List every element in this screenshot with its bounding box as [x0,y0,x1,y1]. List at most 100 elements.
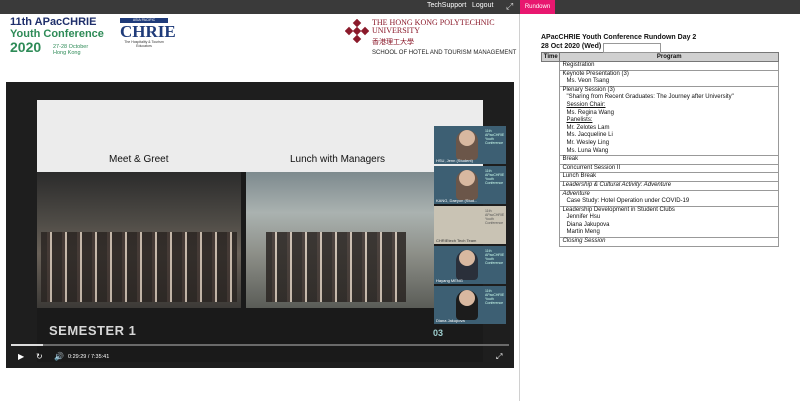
rundown-rows: 08:30 Registration 09:00 – 09:30 Keynote Pr… [542,43,779,247]
video-pane: 11th APacCHRIE Youth Conference 2020 27-… [0,14,519,401]
program-line: Panelists: [566,117,593,124]
progress-fill [11,344,44,346]
conference-badge: 11th APacCHRIE Youth Conference [485,169,505,185]
participant-tile[interactable]: 11th APacCHRIE Youth Conference Diana Ja… [434,286,506,324]
program-line: Closing Session [562,238,606,245]
table-row: 14:30 – 15:30 Adventure Case Study: Hotel … [542,43,779,207]
time-display: 0:29:29 / 7:35:41 [68,354,110,360]
table-header-row: Time Program [540,52,779,62]
slide-number: 03 [433,328,444,338]
participant-name: Hayang MENG [436,278,463,283]
row-program: Registration [559,61,779,71]
participant-tile[interactable]: 11th APacCHRIE Youth Conference HSU, Jen… [434,126,506,164]
program-line: Jennifer Hsu [566,214,601,221]
conference-badge: 11th APacCHRIE Youth Conference [485,249,505,265]
chrie-wordmark: CHRIE [120,22,176,41]
rundown-panel: APacCHRIE Youth Conference Rundown Day 2… [540,33,781,247]
rundown-table: Time Program 08:30 Registration 09:00 – 09… [540,43,779,247]
pane-divider [519,14,520,401]
program-line: Ms. Jacqueline Li [566,132,613,139]
program-line: Adventure [562,190,590,197]
table-row: 08:30 Registration [542,43,779,71]
university-name: THE HONG KONG POLYTECHNIC UNIVERSITY [372,18,495,35]
rundown-date: 28 Oct 2020 (Wed) [541,43,602,50]
program-line: Registration [562,62,595,68]
slide-heading-meet-greet: Meet & Greet [109,154,169,165]
table-row: 15:30 – 16:30 Leadership Development in S… [542,43,779,239]
play-icon[interactable]: ▶ [18,352,24,362]
program-line: Plenary Session (3) [562,86,615,93]
user-menu[interactable]: TechSupport [427,2,466,9]
loop-icon[interactable]: ↻ [36,352,43,362]
row-program: Lunch Break [559,172,779,182]
program-line: Case Study: Hotel Operation under COVID-… [566,198,690,205]
conference-badge: 11th APacCHRIE Youth Conference [485,129,505,145]
tab-rundown[interactable]: Rundown [520,0,555,14]
brand-dates: 27-28 October Hong Kong [53,44,89,56]
fullscreen-icon[interactable]: ⤢ [496,352,502,362]
school-name: SCHOOL OF HOTEL AND TOURISM MANAGEMENT [372,50,517,56]
brand-line-1: 11th APacCHRIE [10,16,97,28]
player-controls: ▶ ↻ 🔊 0:29:29 / 7:35:41 ⤢ [6,344,514,368]
chrie-logo: ASIA PACIFIC CHRIE The Hospitality & Tou… [120,18,176,54]
current-time: 0:29:29 [68,354,87,360]
expand-icon[interactable]: ⤢ [506,1,513,12]
conference-badge: 11th APacCHRIE Youth Conference [485,289,505,305]
participant-tile[interactable]: 11th APacCHRIE Youth Conference Hayang M… [434,246,506,284]
lunch-managers-photo [246,172,434,308]
program-line: Concurrent Session II [562,164,621,171]
participant-name: HSU, Jenn (Student) [436,158,473,163]
participant-name: Diana Jakupova [436,318,465,323]
program-line: Mr. Zelotes Lam [566,124,610,131]
university-name-cn: 香港理工大學 [372,39,414,46]
row-program: Break [559,155,779,165]
polyu-logo: THE HONG KONG POLYTECHNIC UNIVERSITY 香港理… [345,17,520,59]
participant-tile[interactable]: 11th APacCHRIE Youth Conference CHRIEtec… [434,206,506,244]
logout-link[interactable]: Logout [472,2,493,9]
row-time: 16:30 – 17:00 [603,43,661,53]
volume-icon[interactable]: 🔊 [54,352,64,362]
row-program: Plenary Session (3) "Sharing from Recent … [559,85,779,157]
participant-thumbnails: 11th APacCHRIE Youth Conference HSU, Jen… [434,126,506,326]
row-program: Leadership & Cultural Activity: Adventur… [559,180,779,191]
participant-tile[interactable]: 11th APacCHRIE Youth Conference KANG, Da… [434,166,506,204]
program-line: Session Chair: [566,101,606,108]
conference-logo: 11th APacCHRIE Youth Conference 2020 27-… [10,16,104,56]
program-line: Ms. Luna Wang [566,147,609,154]
program-line: Leadership & Cultural Activity: Adventur… [562,181,672,188]
participant-name: CHRIEtech Tech Team [436,238,477,243]
conference-badge: 11th APacCHRIE Youth Conference [485,209,505,225]
program-line: Break [562,156,579,163]
table-row: 09:00 – 09:30 Keynote Presentation (3) Ms.… [542,43,779,87]
table-row: 10:30 – 11:00 Break [542,43,779,165]
slide-heading-lunch: Lunch with Managers [290,154,386,165]
row-program: Keynote Presentation (3) Ms. Veon Tsang [559,69,779,87]
program-line: Diana Jakupova [566,221,610,228]
progress-bar[interactable] [11,344,509,346]
column-header-program: Program [559,52,779,62]
polyu-emblem-icon [345,19,369,43]
program-line: Keynote Presentation (3) [562,70,629,77]
row-program: Concurrent Session II [559,163,779,174]
rundown-title: APacCHRIE Youth Conference Rundown Day 2 [541,34,697,41]
program-line: Martin Meng [566,229,600,236]
meet-greet-photo [37,172,241,308]
table-row: 11:00 – 12:30 Concurrent Session II [542,43,779,174]
program-line: Ms. Regina Wang [566,109,614,116]
program-line: "Sharing from Recent Graduates: The Jour… [566,94,734,101]
table-row: 12:30 – 14:00 Lunch Break [542,43,779,182]
top-bar: TechSupport Logout ⤢ Rundown [0,0,800,14]
semester-label: SEMESTER 1 [49,323,137,338]
video-player[interactable]: Meet & Greet Lunch with Managers SEMESTE… [6,82,514,368]
table-row: 09:30 – 10:30 Plenary Session (3) "Sharing… [542,43,779,157]
presentation-slide: Meet & Greet Lunch with Managers SEMESTE… [37,100,483,362]
table-row: 16:30 – 17:00 Closing Session [542,43,779,247]
row-program: Leadership Development in Student Clubs J… [559,205,779,239]
program-line: Lunch Break [562,173,597,180]
duration: 7:35:41 [90,354,110,360]
row-program: Adventure Case Study: Hotel Operation und… [559,189,779,207]
program-line: Mr. Wesley Ling [566,139,610,146]
column-header-time: Time [540,52,561,62]
program-line: Leadership Development in Student Clubs [562,206,675,213]
chrie-subtitle: The Hospitality & Tourism Educators [124,40,164,48]
